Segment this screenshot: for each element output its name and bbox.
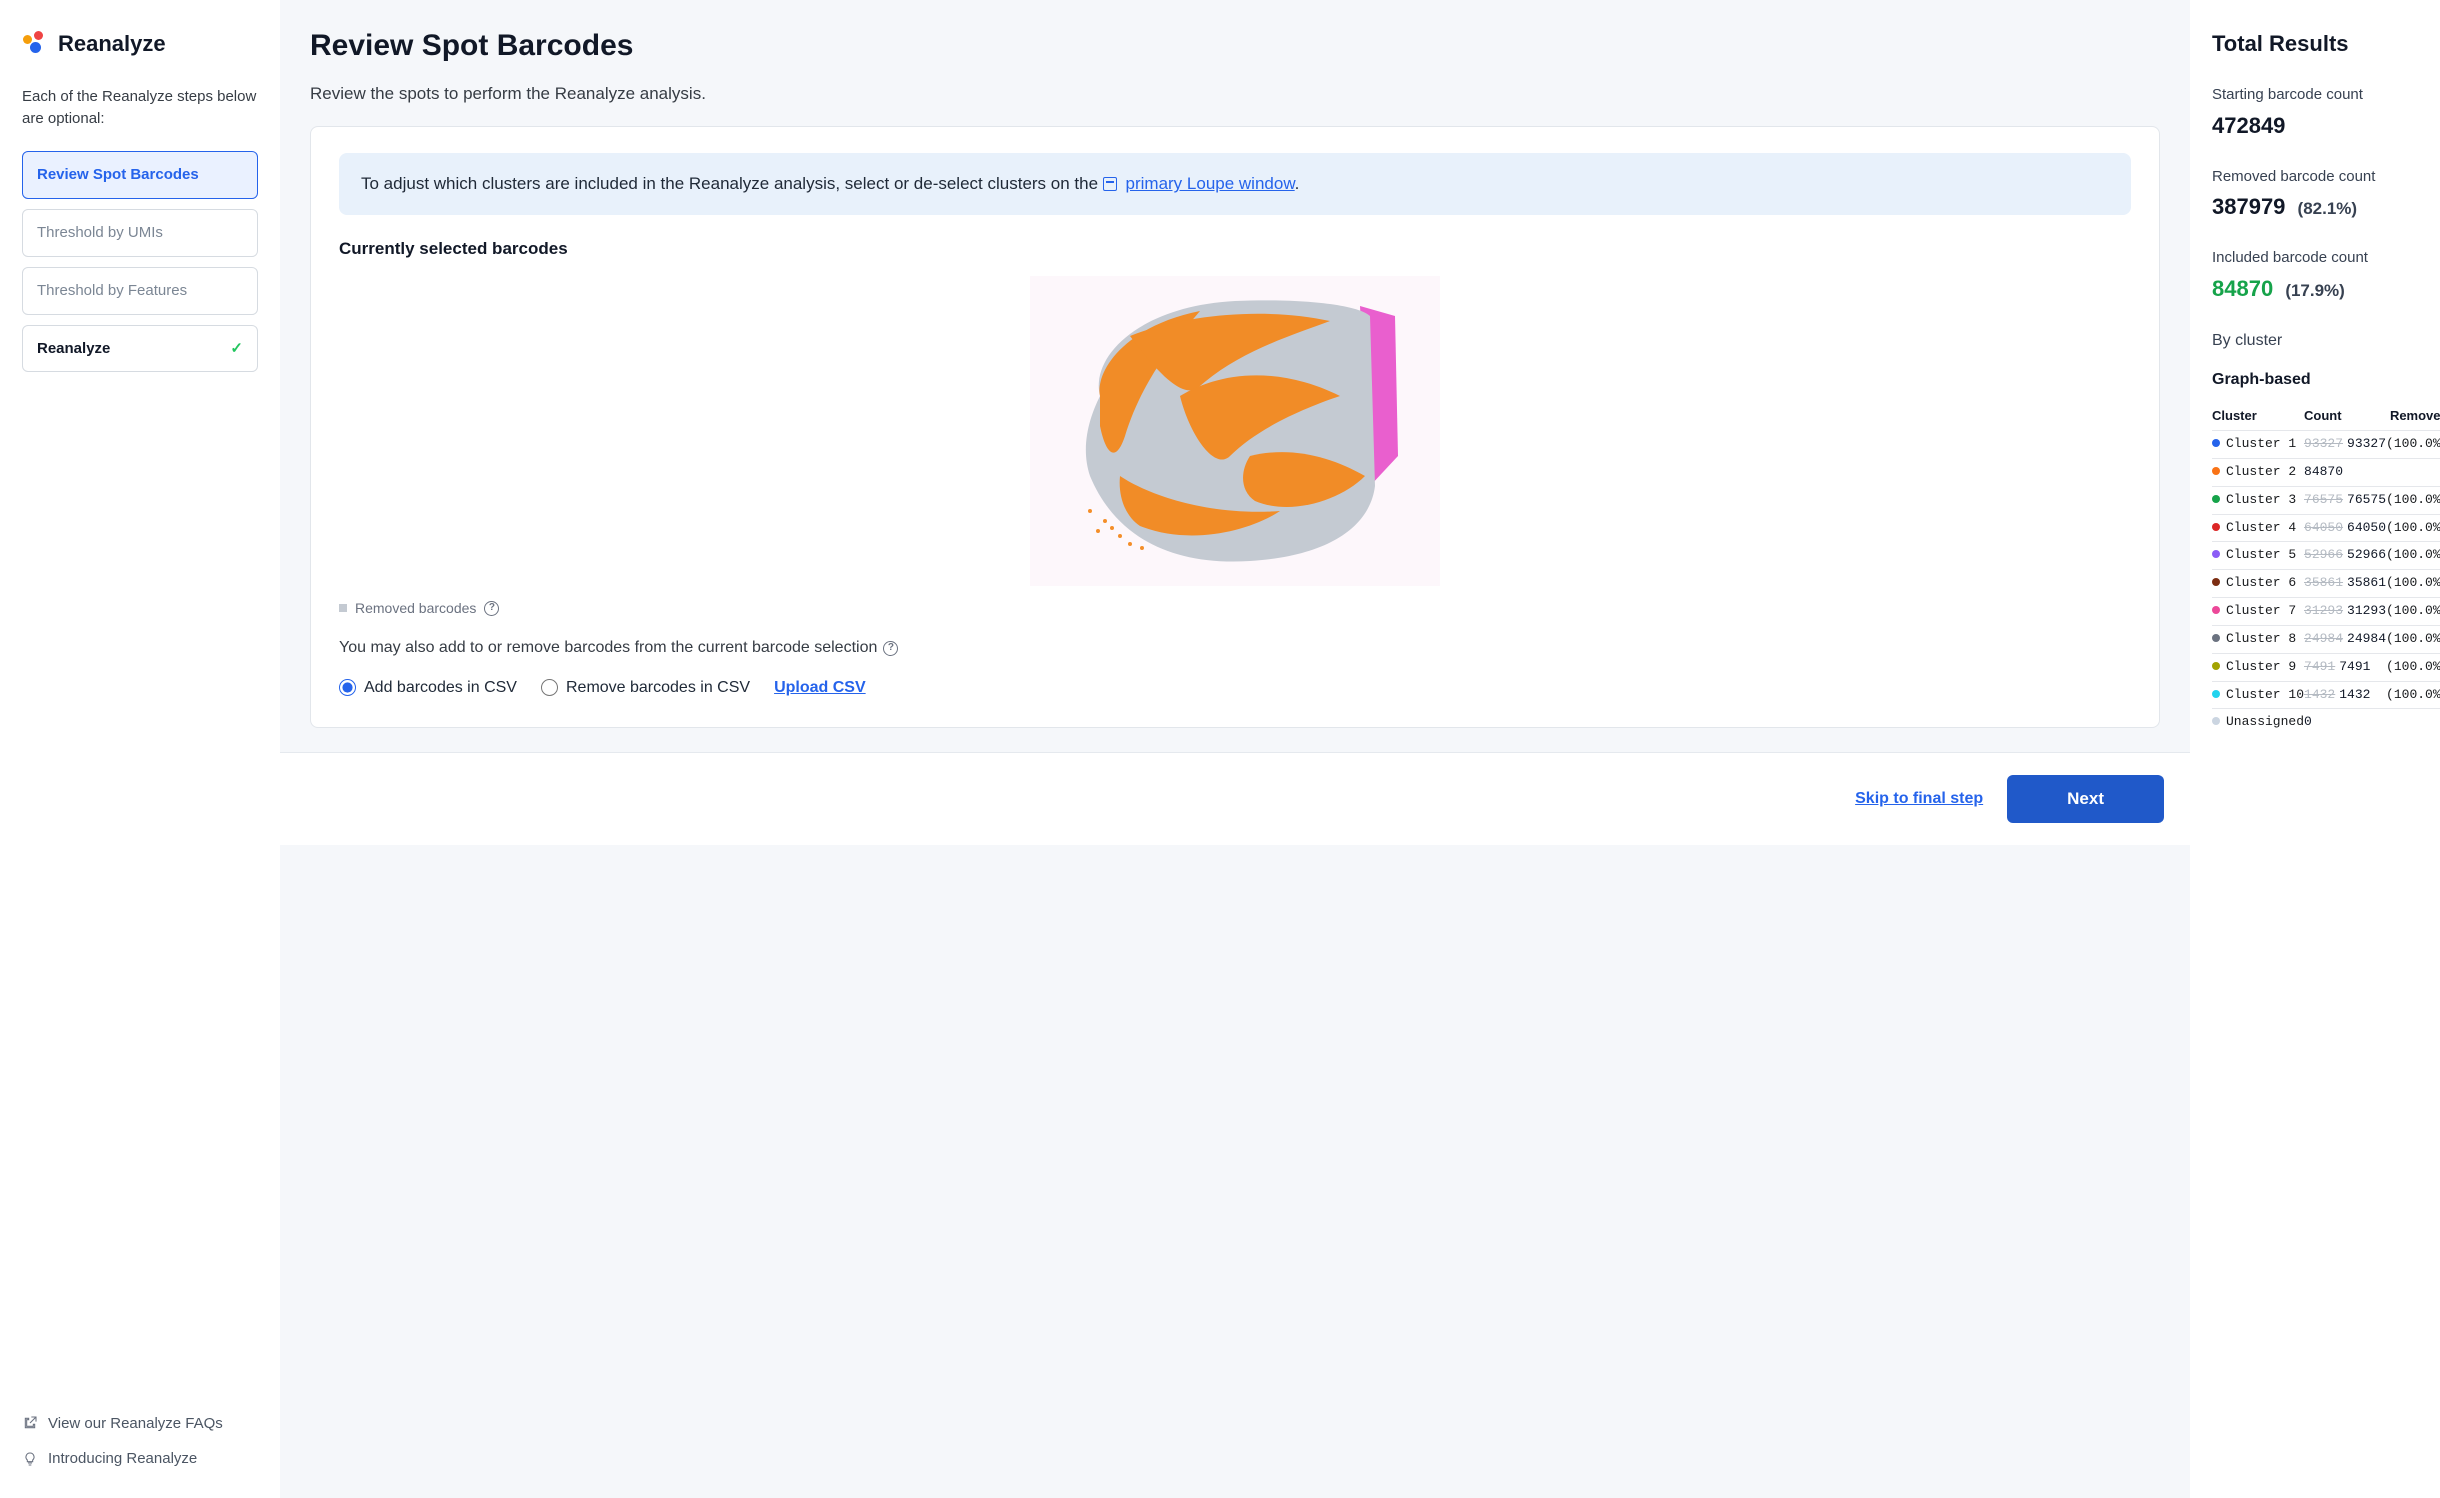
banner-pre: To adjust which clusters are included in…: [361, 174, 1103, 193]
removed-label: Removed barcode count: [2212, 166, 2418, 188]
faq-link[interactable]: View our Reanalyze FAQs: [22, 1413, 258, 1435]
faq-label: View our Reanalyze FAQs: [48, 1413, 223, 1435]
footer-bar: Skip to final step Next: [280, 752, 2190, 845]
modify-text-label: You may also add to or remove barcodes f…: [339, 636, 877, 659]
radio-remove-label: Remove barcodes in CSV: [566, 676, 750, 699]
check-icon: ✓: [230, 338, 243, 360]
removed-pct: (82.1%): [2298, 199, 2358, 218]
cluster-row: Cluster 46405064050(100.0%): [2212, 514, 2440, 542]
cluster-row: Cluster 73129331293(100.0%): [2212, 598, 2440, 626]
page-subtitle: Review the spots to perform the Reanalyz…: [310, 82, 2160, 107]
starting-value: 472849: [2212, 110, 2418, 142]
radio-add-barcodes[interactable]: Add barcodes in CSV: [339, 676, 517, 699]
external-link-icon: [22, 1415, 38, 1431]
page-title: Review Spot Barcodes: [310, 24, 2160, 68]
intro-link[interactable]: Introducing Reanalyze: [22, 1448, 258, 1470]
cluster-dot-icon: [2212, 523, 2220, 531]
cluster-dot-icon: [2212, 550, 2220, 558]
cluster-dot-icon: [2212, 439, 2220, 447]
included-value: 84870 (17.9%): [2212, 273, 2418, 305]
included-label: Included barcode count: [2212, 247, 2418, 269]
th-cluster: Cluster: [2212, 403, 2304, 430]
cluster-dot-icon: [2212, 578, 2220, 586]
skip-link[interactable]: Skip to final step: [1855, 787, 1983, 810]
cluster-dot-icon: [2212, 662, 2220, 670]
step-label: Threshold by UMIs: [37, 222, 163, 244]
cluster-row: Cluster 974917491(100.0%): [2212, 653, 2440, 681]
step-label: Reanalyze: [37, 338, 110, 360]
starting-label: Starting barcode count: [2212, 84, 2418, 106]
brand-logo-icon: [22, 31, 48, 57]
steps-list: Review Spot Barcodes Threshold by UMIs T…: [22, 151, 258, 372]
removed-legend-label: Removed barcodes: [355, 598, 476, 618]
csv-controls: Add barcodes in CSV Remove barcodes in C…: [339, 676, 2131, 699]
results-title: Total Results: [2212, 28, 2418, 60]
removed-number: 387979: [2212, 194, 2285, 219]
cluster-dot-icon: [2212, 606, 2220, 614]
legend-swatch-icon: [339, 604, 347, 612]
radio-remove-barcodes[interactable]: Remove barcodes in CSV: [541, 676, 750, 699]
brand-title: Reanalyze: [58, 28, 166, 60]
step-reanalyze[interactable]: Reanalyze ✓: [22, 325, 258, 373]
main-content: Review Spot Barcodes Review the spots to…: [280, 0, 2190, 1498]
cluster-dot-icon: [2212, 717, 2220, 725]
radio-add-label: Add barcodes in CSV: [364, 676, 517, 699]
cluster-dot-icon: [2212, 495, 2220, 503]
cluster-row: Cluster 37657576575(100.0%): [2212, 486, 2440, 514]
sidebar: Reanalyze Each of the Reanalyze steps be…: [0, 0, 280, 1498]
tissue-image-wrap: [339, 276, 2131, 586]
cluster-dot-icon: [2212, 467, 2220, 475]
sidebar-footer: View our Reanalyze FAQs Introducing Rean…: [22, 1413, 258, 1471]
selected-barcodes-heading: Currently selected barcodes: [339, 237, 2131, 262]
graph-based-heading: Graph-based: [2212, 368, 2418, 391]
upload-csv-link[interactable]: Upload CSV: [774, 676, 866, 699]
intro-label: Introducing Reanalyze: [48, 1448, 197, 1470]
step-threshold-features[interactable]: Threshold by Features: [22, 267, 258, 315]
review-card: To adjust which clusters are included in…: [310, 126, 2160, 728]
window-icon: [1103, 177, 1117, 191]
cluster-dot-icon: [2212, 690, 2220, 698]
cluster-row: Cluster 55296652966(100.0%): [2212, 542, 2440, 570]
cluster-row: Cluster 63586135861(100.0%): [2212, 570, 2440, 598]
tissue-image: [1030, 276, 1440, 586]
lightbulb-icon: [22, 1451, 38, 1467]
th-removed: Removed: [2386, 403, 2440, 430]
help-icon[interactable]: ?: [883, 641, 898, 656]
step-review-spot-barcodes[interactable]: Review Spot Barcodes: [22, 151, 258, 199]
step-label: Review Spot Barcodes: [37, 164, 199, 186]
cluster-table: Cluster Count Removed Cluster 1933279332…: [2212, 403, 2440, 736]
removed-legend: Removed barcodes ?: [339, 598, 2131, 618]
included-number: 84870: [2212, 276, 2273, 301]
info-banner: To adjust which clusters are included in…: [339, 153, 2131, 215]
removed-value: 387979 (82.1%): [2212, 191, 2418, 223]
cluster-row: Cluster 82498424984(100.0%): [2212, 625, 2440, 653]
step-label: Threshold by Features: [37, 280, 187, 302]
help-icon[interactable]: ?: [484, 601, 499, 616]
cluster-dot-icon: [2212, 634, 2220, 642]
radio-remove-input[interactable]: [541, 679, 558, 696]
cluster-row: Cluster 1014321432(100.0%): [2212, 681, 2440, 709]
included-pct: (17.9%): [2285, 281, 2345, 300]
modify-help-text: You may also add to or remove barcodes f…: [339, 636, 2131, 659]
cluster-row: Cluster 2848700: [2212, 458, 2440, 486]
radio-add-input[interactable]: [339, 679, 356, 696]
th-count: Count: [2304, 403, 2386, 430]
brand: Reanalyze: [22, 28, 258, 60]
results-panel: Total Results Starting barcode count 472…: [2190, 0, 2440, 1498]
sidebar-description: Each of the Reanalyze steps below are op…: [22, 86, 258, 130]
cluster-row: Unassigned00: [2212, 709, 2440, 736]
primary-loupe-link[interactable]: primary Loupe window: [1126, 174, 1295, 193]
banner-post: .: [1295, 174, 1300, 193]
by-cluster-label: By cluster: [2212, 329, 2418, 352]
cluster-row: Cluster 19332793327(100.0%): [2212, 431, 2440, 459]
step-threshold-umis[interactable]: Threshold by UMIs: [22, 209, 258, 257]
next-button[interactable]: Next: [2007, 775, 2164, 823]
